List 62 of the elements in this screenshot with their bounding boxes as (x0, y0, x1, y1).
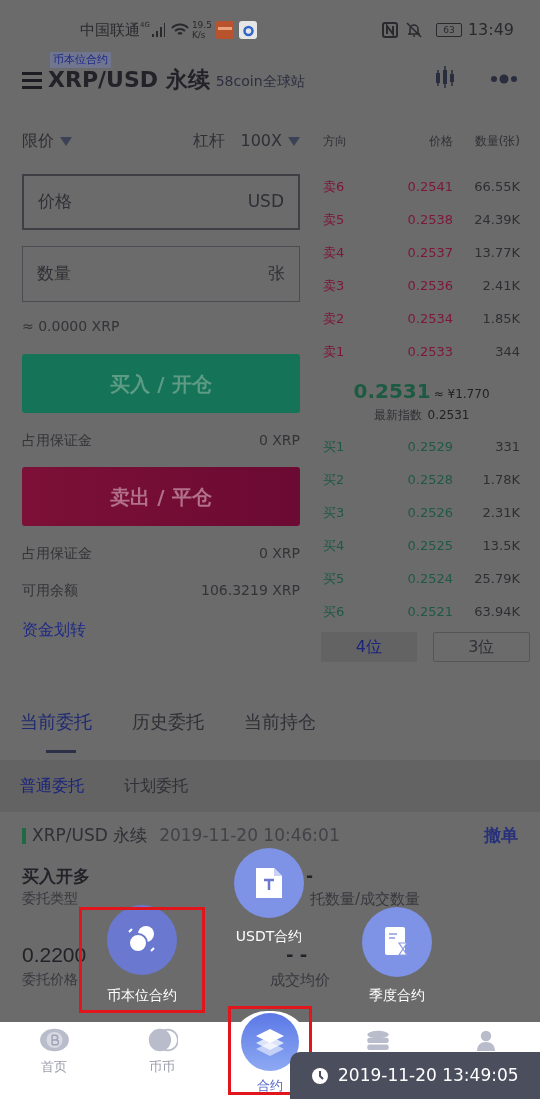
battery-indicator: 63 (435, 23, 462, 37)
order-amount: 25.79K (473, 569, 520, 588)
timestamp-text: 2019-11-20 13:49:05 (338, 1063, 519, 1087)
order-amount: 13.5K (481, 536, 520, 555)
order-side: 卖3 (323, 276, 346, 295)
margin-value: 0 XRP (258, 430, 300, 450)
order-amount: 1.85K (481, 309, 520, 328)
network-speed: 19.5 K/s (191, 20, 212, 40)
order-price: 0.2529 (406, 437, 453, 456)
order-pair: XRP/USD 永续 (32, 824, 148, 848)
order-price: 0.2526 (406, 503, 453, 522)
order-price: 0.2524 (406, 569, 453, 588)
order-side: 买2 (323, 470, 346, 489)
order-price: 0.2521 (406, 602, 453, 621)
index-value: 0.2531 (427, 407, 470, 424)
order-price: 0.2541 (406, 177, 453, 196)
order-side: 卖5 (323, 210, 346, 229)
order-price: 0.2537 (406, 243, 453, 262)
order-amount: 13.77K (473, 243, 520, 262)
carrier-name: 中国联通 (80, 19, 140, 41)
pair-title: XRP/USD 永续 (48, 66, 210, 94)
contract-menu-label: 季度合约 (368, 986, 426, 1004)
order-average: - - (286, 943, 308, 967)
order-price: 0.2536 (406, 276, 453, 295)
leverage-label: 杠杆 (192, 130, 225, 152)
order-price: 0.2533 (406, 342, 453, 361)
price-unit: USD (247, 190, 284, 214)
column-header: 价格 (428, 133, 453, 150)
order-amount: 66.55K (473, 177, 520, 196)
order-price: 0.2528 (406, 470, 453, 489)
order-amount: 2.41K (481, 276, 520, 295)
contract-menu-label: USDT合约 (234, 927, 304, 945)
order-side: 卖1 (323, 342, 346, 361)
order-side: 卖2 (323, 309, 346, 328)
clock-time: 13:49 (467, 19, 514, 41)
last-price: 0.2531 (353, 378, 431, 405)
order-amount: 24.39K (473, 210, 520, 229)
contract-menu-label: 币本位合约 (106, 986, 178, 1004)
order-side: 买4 (323, 536, 346, 555)
order-price: 0.2525 (406, 536, 453, 555)
contract-badge: 币本位合约 (50, 52, 111, 68)
order-amount: 331 (494, 437, 520, 456)
order-price: 0.2538 (406, 210, 453, 229)
estimate-text: ≈ 0.0000 XRP (22, 317, 121, 336)
order-side: 买5 (323, 569, 346, 588)
order-amount: 2.31K (481, 503, 520, 522)
cny-price: ≈ ¥1.770 (433, 386, 490, 403)
order-price: 0.2534 (406, 309, 453, 328)
order-side: 买3 (323, 503, 346, 522)
order-amount: 344 (494, 342, 520, 361)
order-side: 买6 (323, 602, 346, 621)
margin-value: 0 XRP (258, 543, 300, 563)
amount-unit: 张 (268, 262, 285, 286)
order-side: 买1 (323, 437, 346, 456)
order-side: 买入开多 (22, 865, 90, 888)
order-side: 卖4 (323, 243, 346, 262)
balance-value: 106.3219 XRP (201, 580, 300, 600)
order-side: 卖6 (323, 177, 346, 196)
order-amount: 63.94K (473, 602, 520, 621)
exchange-name: 58coin全球站 (215, 72, 305, 91)
order-amount: 1.78K (481, 470, 520, 489)
order-amount: - (305, 865, 314, 888)
